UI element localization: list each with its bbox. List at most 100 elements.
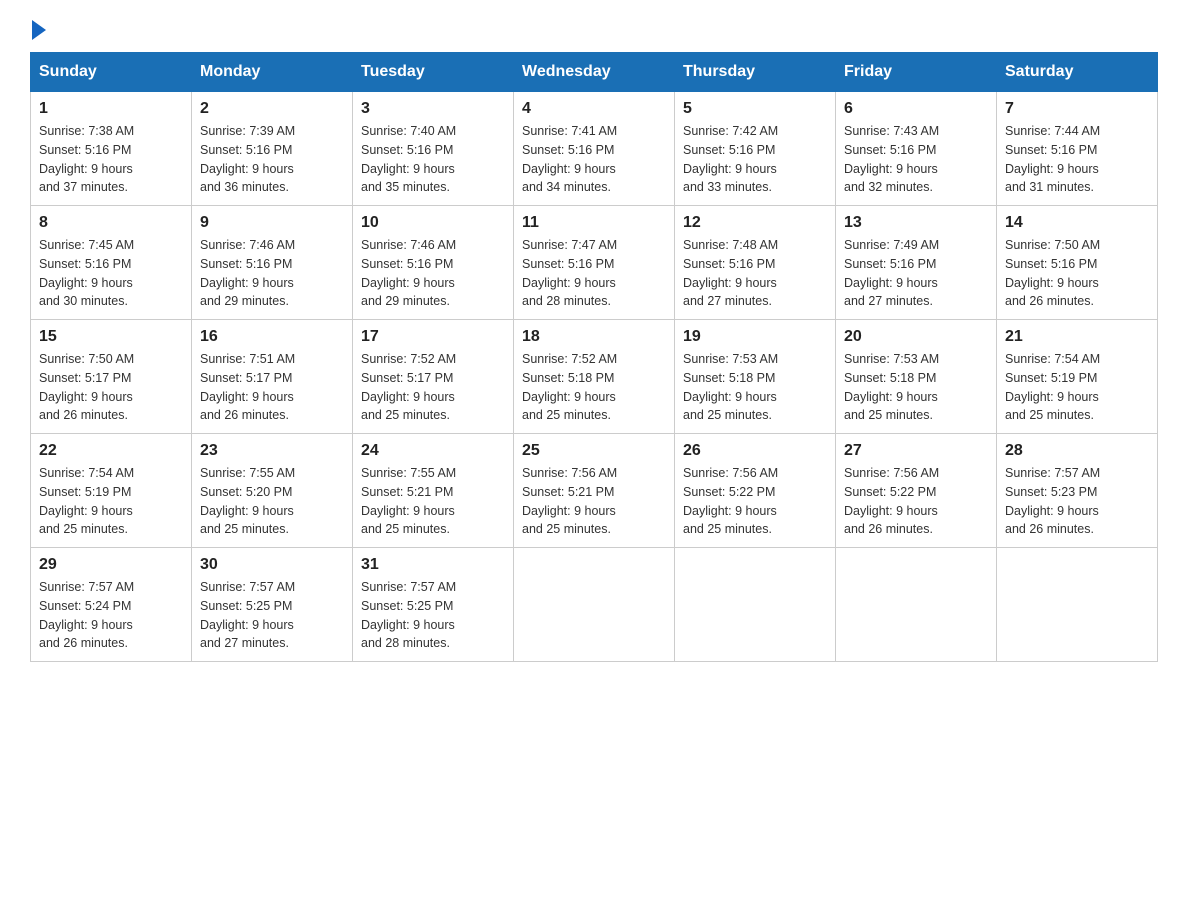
day-info: Sunrise: 7:38 AMSunset: 5:16 PMDaylight:…: [39, 122, 183, 197]
day-number: 16: [200, 328, 344, 346]
day-info: Sunrise: 7:48 AMSunset: 5:16 PMDaylight:…: [683, 236, 827, 311]
day-number: 26: [683, 442, 827, 460]
day-number: 5: [683, 100, 827, 118]
calendar-header-monday: Monday: [192, 53, 353, 92]
day-number: 14: [1005, 214, 1149, 232]
day-number: 13: [844, 214, 988, 232]
calendar-cell: 15 Sunrise: 7:50 AMSunset: 5:17 PMDaylig…: [31, 320, 192, 434]
day-info: Sunrise: 7:56 AMSunset: 5:22 PMDaylight:…: [683, 464, 827, 539]
day-number: 17: [361, 328, 505, 346]
day-info: Sunrise: 7:47 AMSunset: 5:16 PMDaylight:…: [522, 236, 666, 311]
day-number: 22: [39, 442, 183, 460]
calendar-cell: 23 Sunrise: 7:55 AMSunset: 5:20 PMDaylig…: [192, 434, 353, 548]
day-number: 6: [844, 100, 988, 118]
day-info: Sunrise: 7:43 AMSunset: 5:16 PMDaylight:…: [844, 122, 988, 197]
calendar-cell: [675, 548, 836, 662]
calendar-table: SundayMondayTuesdayWednesdayThursdayFrid…: [30, 52, 1158, 662]
day-number: 3: [361, 100, 505, 118]
day-info: Sunrise: 7:51 AMSunset: 5:17 PMDaylight:…: [200, 350, 344, 425]
day-info: Sunrise: 7:42 AMSunset: 5:16 PMDaylight:…: [683, 122, 827, 197]
calendar-cell: 25 Sunrise: 7:56 AMSunset: 5:21 PMDaylig…: [514, 434, 675, 548]
calendar-cell: 20 Sunrise: 7:53 AMSunset: 5:18 PMDaylig…: [836, 320, 997, 434]
day-number: 30: [200, 556, 344, 574]
day-number: 2: [200, 100, 344, 118]
calendar-cell: 11 Sunrise: 7:47 AMSunset: 5:16 PMDaylig…: [514, 206, 675, 320]
calendar-cell: 24 Sunrise: 7:55 AMSunset: 5:21 PMDaylig…: [353, 434, 514, 548]
page-header: [30, 20, 1158, 32]
calendar-cell: 21 Sunrise: 7:54 AMSunset: 5:19 PMDaylig…: [997, 320, 1158, 434]
day-number: 8: [39, 214, 183, 232]
calendar-cell: 10 Sunrise: 7:46 AMSunset: 5:16 PMDaylig…: [353, 206, 514, 320]
day-info: Sunrise: 7:45 AMSunset: 5:16 PMDaylight:…: [39, 236, 183, 311]
calendar-cell: 5 Sunrise: 7:42 AMSunset: 5:16 PMDayligh…: [675, 92, 836, 206]
calendar-cell: [514, 548, 675, 662]
day-info: Sunrise: 7:50 AMSunset: 5:16 PMDaylight:…: [1005, 236, 1149, 311]
calendar-cell: 4 Sunrise: 7:41 AMSunset: 5:16 PMDayligh…: [514, 92, 675, 206]
day-info: Sunrise: 7:56 AMSunset: 5:22 PMDaylight:…: [844, 464, 988, 539]
logo-blue-part: [30, 20, 46, 40]
calendar-week-row: 8 Sunrise: 7:45 AMSunset: 5:16 PMDayligh…: [31, 206, 1158, 320]
calendar-cell: 19 Sunrise: 7:53 AMSunset: 5:18 PMDaylig…: [675, 320, 836, 434]
day-number: 7: [1005, 100, 1149, 118]
calendar-header-thursday: Thursday: [675, 53, 836, 92]
calendar-cell: 3 Sunrise: 7:40 AMSunset: 5:16 PMDayligh…: [353, 92, 514, 206]
day-info: Sunrise: 7:50 AMSunset: 5:17 PMDaylight:…: [39, 350, 183, 425]
calendar-cell: 9 Sunrise: 7:46 AMSunset: 5:16 PMDayligh…: [192, 206, 353, 320]
day-info: Sunrise: 7:57 AMSunset: 5:25 PMDaylight:…: [200, 578, 344, 653]
day-number: 1: [39, 100, 183, 118]
day-number: 19: [683, 328, 827, 346]
calendar-header-friday: Friday: [836, 53, 997, 92]
day-number: 20: [844, 328, 988, 346]
calendar-cell: 27 Sunrise: 7:56 AMSunset: 5:22 PMDaylig…: [836, 434, 997, 548]
calendar-cell: 6 Sunrise: 7:43 AMSunset: 5:16 PMDayligh…: [836, 92, 997, 206]
calendar-cell: [997, 548, 1158, 662]
day-info: Sunrise: 7:41 AMSunset: 5:16 PMDaylight:…: [522, 122, 666, 197]
calendar-cell: 13 Sunrise: 7:49 AMSunset: 5:16 PMDaylig…: [836, 206, 997, 320]
day-info: Sunrise: 7:46 AMSunset: 5:16 PMDaylight:…: [361, 236, 505, 311]
logo: [30, 20, 46, 32]
day-info: Sunrise: 7:46 AMSunset: 5:16 PMDaylight:…: [200, 236, 344, 311]
day-info: Sunrise: 7:53 AMSunset: 5:18 PMDaylight:…: [844, 350, 988, 425]
day-info: Sunrise: 7:53 AMSunset: 5:18 PMDaylight:…: [683, 350, 827, 425]
calendar-header-tuesday: Tuesday: [353, 53, 514, 92]
day-number: 28: [1005, 442, 1149, 460]
calendar-cell: 2 Sunrise: 7:39 AMSunset: 5:16 PMDayligh…: [192, 92, 353, 206]
day-number: 10: [361, 214, 505, 232]
calendar-week-row: 1 Sunrise: 7:38 AMSunset: 5:16 PMDayligh…: [31, 92, 1158, 206]
calendar-cell: 22 Sunrise: 7:54 AMSunset: 5:19 PMDaylig…: [31, 434, 192, 548]
day-info: Sunrise: 7:57 AMSunset: 5:25 PMDaylight:…: [361, 578, 505, 653]
day-info: Sunrise: 7:55 AMSunset: 5:21 PMDaylight:…: [361, 464, 505, 539]
calendar-cell: 26 Sunrise: 7:56 AMSunset: 5:22 PMDaylig…: [675, 434, 836, 548]
calendar-header-sunday: Sunday: [31, 53, 192, 92]
day-info: Sunrise: 7:40 AMSunset: 5:16 PMDaylight:…: [361, 122, 505, 197]
day-info: Sunrise: 7:57 AMSunset: 5:23 PMDaylight:…: [1005, 464, 1149, 539]
day-number: 29: [39, 556, 183, 574]
day-number: 23: [200, 442, 344, 460]
day-info: Sunrise: 7:52 AMSunset: 5:17 PMDaylight:…: [361, 350, 505, 425]
calendar-header-row: SundayMondayTuesdayWednesdayThursdayFrid…: [31, 53, 1158, 92]
calendar-cell: 30 Sunrise: 7:57 AMSunset: 5:25 PMDaylig…: [192, 548, 353, 662]
day-number: 11: [522, 214, 666, 232]
calendar-cell: 7 Sunrise: 7:44 AMSunset: 5:16 PMDayligh…: [997, 92, 1158, 206]
day-number: 31: [361, 556, 505, 574]
day-number: 24: [361, 442, 505, 460]
day-number: 4: [522, 100, 666, 118]
day-number: 15: [39, 328, 183, 346]
calendar-cell: 29 Sunrise: 7:57 AMSunset: 5:24 PMDaylig…: [31, 548, 192, 662]
calendar-cell: 8 Sunrise: 7:45 AMSunset: 5:16 PMDayligh…: [31, 206, 192, 320]
day-info: Sunrise: 7:52 AMSunset: 5:18 PMDaylight:…: [522, 350, 666, 425]
day-number: 9: [200, 214, 344, 232]
day-info: Sunrise: 7:44 AMSunset: 5:16 PMDaylight:…: [1005, 122, 1149, 197]
day-number: 12: [683, 214, 827, 232]
calendar-cell: 18 Sunrise: 7:52 AMSunset: 5:18 PMDaylig…: [514, 320, 675, 434]
calendar-cell: 12 Sunrise: 7:48 AMSunset: 5:16 PMDaylig…: [675, 206, 836, 320]
calendar-header-wednesday: Wednesday: [514, 53, 675, 92]
calendar-week-row: 22 Sunrise: 7:54 AMSunset: 5:19 PMDaylig…: [31, 434, 1158, 548]
calendar-week-row: 29 Sunrise: 7:57 AMSunset: 5:24 PMDaylig…: [31, 548, 1158, 662]
day-info: Sunrise: 7:49 AMSunset: 5:16 PMDaylight:…: [844, 236, 988, 311]
day-info: Sunrise: 7:57 AMSunset: 5:24 PMDaylight:…: [39, 578, 183, 653]
calendar-cell: 14 Sunrise: 7:50 AMSunset: 5:16 PMDaylig…: [997, 206, 1158, 320]
calendar-cell: 16 Sunrise: 7:51 AMSunset: 5:17 PMDaylig…: [192, 320, 353, 434]
day-number: 21: [1005, 328, 1149, 346]
calendar-cell: [836, 548, 997, 662]
